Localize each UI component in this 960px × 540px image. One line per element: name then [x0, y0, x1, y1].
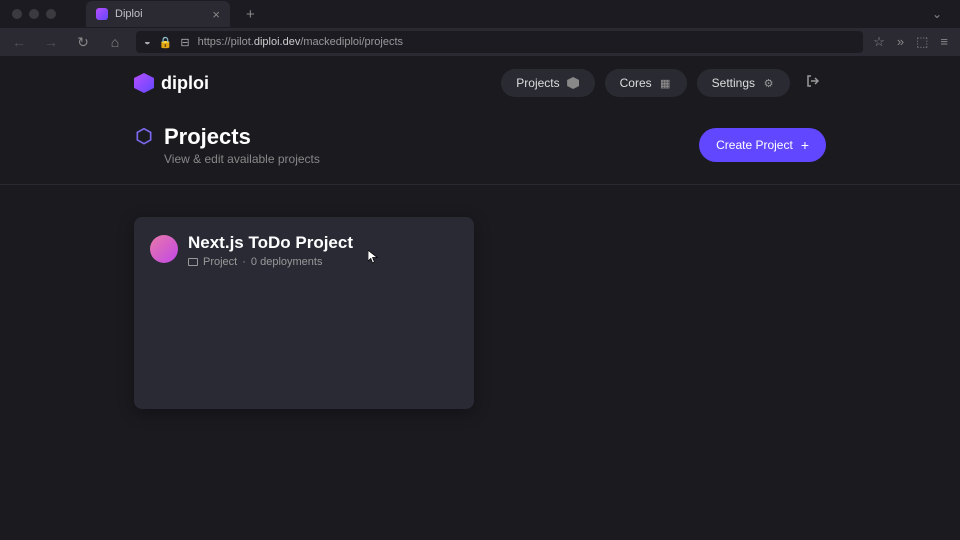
browser-tab[interactable]: Diploi ×: [86, 1, 230, 27]
extensions-button[interactable]: ⬚: [916, 34, 928, 50]
projects-icon: [134, 127, 154, 147]
browser-chrome: Diploi × + ⌄ ← → ↻ ⌂ ◒ 🔒 ⊟ https://pilot…: [0, 0, 960, 56]
logo[interactable]: diploi: [134, 73, 209, 94]
gear-icon: ⚙: [762, 77, 775, 90]
new-tab-button[interactable]: +: [240, 4, 261, 25]
project-name: Next.js ToDo Project: [188, 233, 353, 253]
project-logo-icon: [150, 235, 178, 263]
permissions-icon: ⊟: [180, 36, 189, 49]
overflow-button[interactable]: »: [897, 34, 904, 50]
create-project-button[interactable]: Create Project +: [699, 128, 826, 162]
shield-icon: ◒: [144, 36, 151, 48]
url-field[interactable]: ◒ 🔒 ⊟ https://pilot.diploi.dev/mackedipl…: [136, 31, 863, 53]
logo-text: diploi: [161, 73, 209, 94]
menu-button[interactable]: ≡: [940, 34, 948, 50]
nav-cores[interactable]: Cores ▦: [605, 69, 687, 97]
logo-icon: [134, 73, 154, 93]
close-tab-button[interactable]: ×: [212, 7, 220, 22]
chip-icon: ▦: [659, 77, 672, 90]
nav-projects[interactable]: Projects: [501, 69, 594, 97]
tab-title: Diploi: [115, 8, 205, 20]
cursor-icon: [368, 250, 379, 265]
tab-bar: Diploi × + ⌄: [0, 0, 960, 28]
project-meta: Project · 0 deployments: [188, 256, 353, 268]
nav-settings[interactable]: Settings ⚙: [697, 69, 790, 97]
url-text: https://pilot.diploi.dev/mackediploi/pro…: [198, 36, 403, 48]
app-content: diploi Projects Cores ▦ Settings ⚙: [0, 56, 960, 540]
project-card[interactable]: Next.js ToDo Project Project · 0 deploym…: [134, 217, 474, 409]
forward-button[interactable]: →: [40, 31, 62, 53]
content-area: Next.js ToDo Project Project · 0 deploym…: [0, 185, 960, 441]
tab-favicon-icon: [96, 8, 108, 20]
lock-icon: 🔒: [159, 36, 173, 49]
cube-icon: [567, 77, 580, 90]
tab-list-dropdown[interactable]: ⌄: [932, 7, 942, 21]
close-window-button[interactable]: [12, 9, 22, 19]
page-subtitle: View & edit available projects: [164, 152, 320, 166]
maximize-window-button[interactable]: [46, 9, 56, 19]
page-header: Projects View & edit available projects …: [0, 110, 960, 185]
plus-icon: +: [801, 137, 809, 153]
home-button[interactable]: ⌂: [104, 31, 126, 53]
logout-button[interactable]: [800, 68, 826, 98]
bookmark-button[interactable]: ☆: [873, 34, 885, 50]
top-navigation: diploi Projects Cores ▦ Settings ⚙: [0, 56, 960, 110]
address-bar: ← → ↻ ⌂ ◒ 🔒 ⊟ https://pilot.diploi.dev/m…: [0, 28, 960, 56]
folder-icon: [188, 258, 198, 266]
page-title: Projects: [164, 124, 320, 150]
reload-button[interactable]: ↻: [72, 31, 94, 53]
back-button[interactable]: ←: [8, 31, 30, 53]
minimize-window-button[interactable]: [29, 9, 39, 19]
nav-links: Projects Cores ▦ Settings ⚙: [501, 68, 826, 98]
window-controls: [0, 9, 68, 19]
